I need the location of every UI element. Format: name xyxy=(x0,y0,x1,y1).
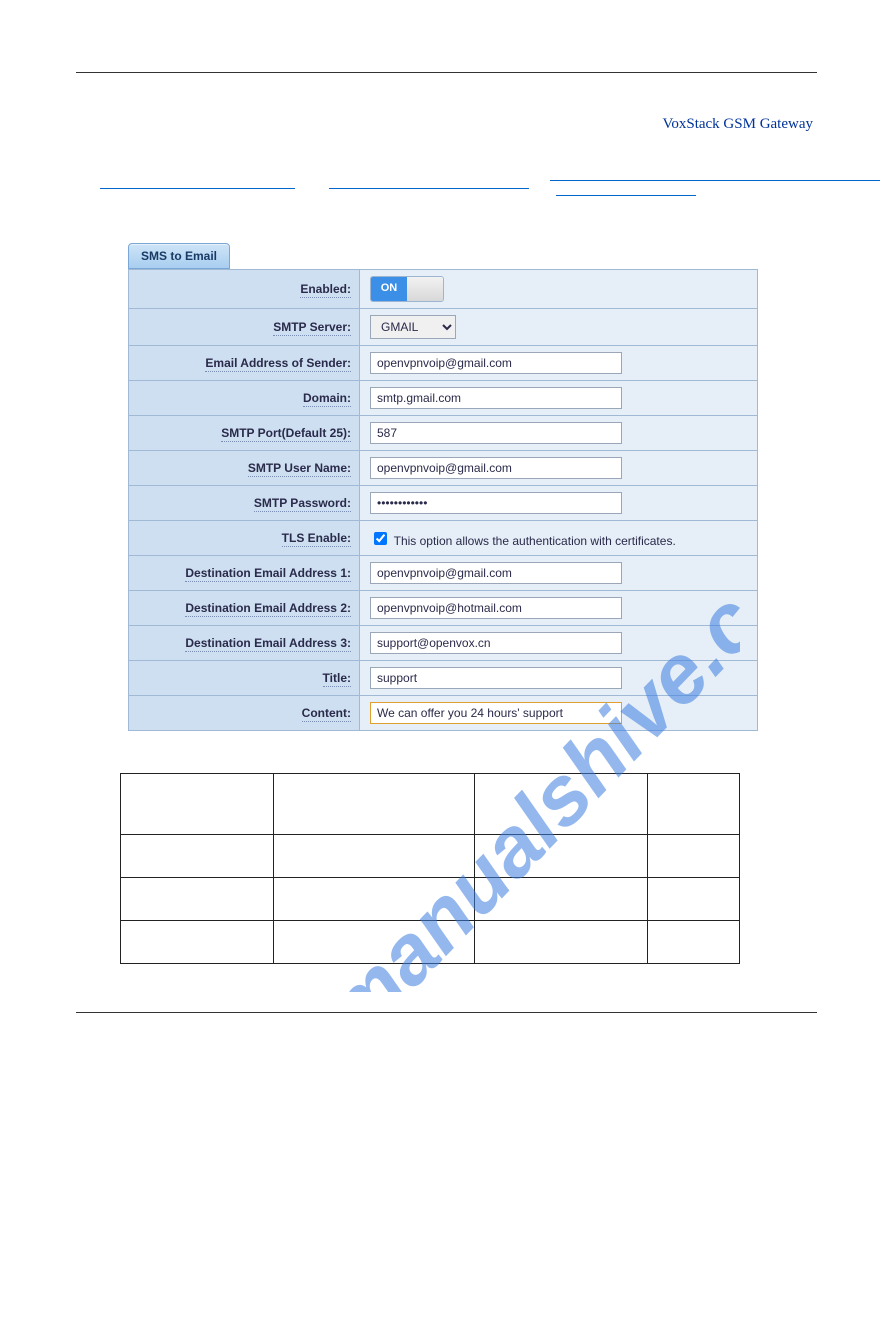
col-header-4: TLS xyxy=(648,774,740,835)
enabled-toggle[interactable]: ON xyxy=(370,276,444,302)
smtp-server-label: SMTP Server: xyxy=(273,320,351,336)
table-cell: smtp.gmail.com xyxy=(274,835,475,878)
table-cell: smtp.mail.yahoo.com xyxy=(274,921,475,964)
footer-company: OpenVox Communication Co. LTD. xyxy=(80,1019,267,1033)
page-number: 59 xyxy=(800,1019,813,1033)
domain-label: Domain: xyxy=(303,391,351,407)
password-input[interactable] xyxy=(370,492,622,514)
sms-to-email-tab[interactable]: SMS to Email xyxy=(128,243,230,269)
table-cell: on xyxy=(648,835,740,878)
table-cell: on xyxy=(648,921,740,964)
dest2-label: Destination Email Address 2: xyxy=(185,601,351,617)
title-input[interactable] xyxy=(370,667,622,689)
table-cell: Gmail xyxy=(121,835,274,878)
toggle-on-label: ON xyxy=(371,277,407,301)
sms-to-email-form: Enabled: ON SMTP Server: GMAIL Email Ad xyxy=(128,269,758,731)
footer: OpenVox Communication Co. LTD. 59 URL: w… xyxy=(0,1013,893,1059)
username-input[interactable] xyxy=(370,457,622,479)
title-label: Title: xyxy=(323,671,351,687)
dest3-label: Destination Email Address 3: xyxy=(185,636,351,652)
table-cell: smtp.live.com xyxy=(274,878,475,921)
table-cell: 587 xyxy=(475,835,648,878)
email-types-table: E-mail Box Type SMTP Server Domain Name … xyxy=(120,773,740,964)
content-label: Content: xyxy=(302,706,351,722)
col-header-1: E-mail Box Type xyxy=(121,774,274,835)
table-caption-2: Table 5-2-2 Types of E-mail Box xyxy=(120,749,893,767)
col-header-2: SMTP Server Domain Name xyxy=(274,774,475,835)
toggle-off-handle xyxy=(407,277,443,301)
username-label: SMTP User Name: xyxy=(248,461,351,477)
figure-caption-1: Figure 5-2-5 SMS to Email xyxy=(100,209,893,227)
tls-checkbox[interactable] xyxy=(374,532,387,545)
table-cell: 587 xyxy=(475,878,648,921)
dest1-label: Destination Email Address 1: xyxy=(185,566,351,582)
header-brand: VoxStack GSM Gateway xyxy=(662,116,813,133)
port-label: SMTP Port(Default 25): xyxy=(221,426,351,442)
dest1-input[interactable] xyxy=(370,562,622,584)
tls-description: This option allows the authentication wi… xyxy=(394,534,676,548)
enabled-label: Enabled: xyxy=(300,282,351,298)
col-header-3: SMTP Port xyxy=(475,774,648,835)
footer-url: URL: www.openvox.cn xyxy=(80,1033,813,1047)
tls-label: TLS Enable: xyxy=(282,531,351,547)
content-input[interactable] xyxy=(370,702,622,724)
sender-label: Email Address of Sender: xyxy=(205,356,351,372)
password-label: SMTP Password: xyxy=(254,496,351,512)
table-cell: HotMail xyxy=(121,878,274,921)
table-cell: 587 xyxy=(475,921,648,964)
smtp-server-select[interactable]: GMAIL xyxy=(370,315,456,339)
sender-input[interactable] xyxy=(370,352,622,374)
domain-input[interactable] xyxy=(370,387,622,409)
dest2-input[interactable] xyxy=(370,597,622,619)
dest3-input[interactable] xyxy=(370,632,622,654)
port-input[interactable] xyxy=(370,422,622,444)
table-cell: Yahoo! xyxy=(121,921,274,964)
table-cell: on xyxy=(648,878,740,921)
